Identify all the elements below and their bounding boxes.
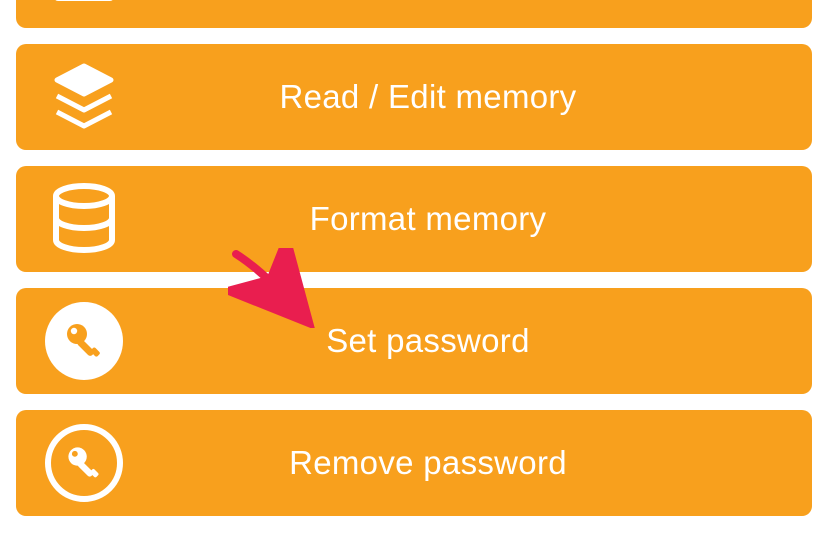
set-password-button[interactable]: Set password <box>16 288 812 394</box>
menu-item-upload[interactable] <box>16 0 812 28</box>
database-icon <box>44 179 124 259</box>
menu-item-label: Remove password <box>124 444 812 482</box>
read-edit-memory-button[interactable]: Read / Edit memory <box>16 44 812 150</box>
menu-item-label: Read / Edit memory <box>124 78 812 116</box>
key-outline-icon <box>44 423 124 503</box>
remove-password-button[interactable]: Remove password <box>16 410 812 516</box>
key-filled-icon <box>44 301 124 381</box>
layers-icon <box>44 57 124 137</box>
upload-icon <box>44 0 124 15</box>
format-memory-button[interactable]: Format memory <box>16 166 812 272</box>
menu-item-label: Set password <box>124 322 812 360</box>
menu-item-label: Format memory <box>124 200 812 238</box>
